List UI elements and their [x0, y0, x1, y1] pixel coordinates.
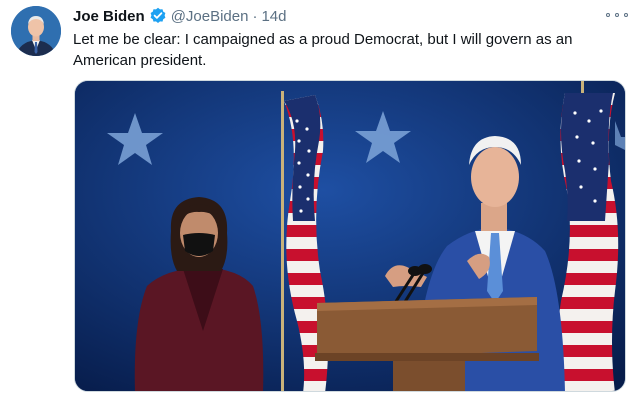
- more-dot: [606, 13, 610, 17]
- more-dot: [615, 13, 619, 17]
- avatar-image: [11, 6, 61, 56]
- tweet-text: Let me be clear: I campaigned as a proud…: [73, 31, 573, 69]
- more-dot: [624, 13, 628, 17]
- tweet-header: Joe Biden @JoeBiden · 14d: [73, 6, 287, 26]
- more-options-icon[interactable]: [606, 7, 628, 23]
- separator-dot: ·: [252, 7, 258, 25]
- avatar[interactable]: [11, 6, 61, 56]
- tweet[interactable]: Joe Biden @JoeBiden · 14d Let me be clea…: [0, 0, 640, 401]
- photo-illustration: [75, 81, 625, 391]
- timestamp[interactable]: 14d: [261, 8, 286, 25]
- display-name[interactable]: Joe Biden: [73, 8, 145, 25]
- user-handle[interactable]: @JoeBiden: [171, 8, 249, 25]
- verified-badge-icon: [149, 7, 167, 25]
- tweet-photo[interactable]: [74, 80, 626, 392]
